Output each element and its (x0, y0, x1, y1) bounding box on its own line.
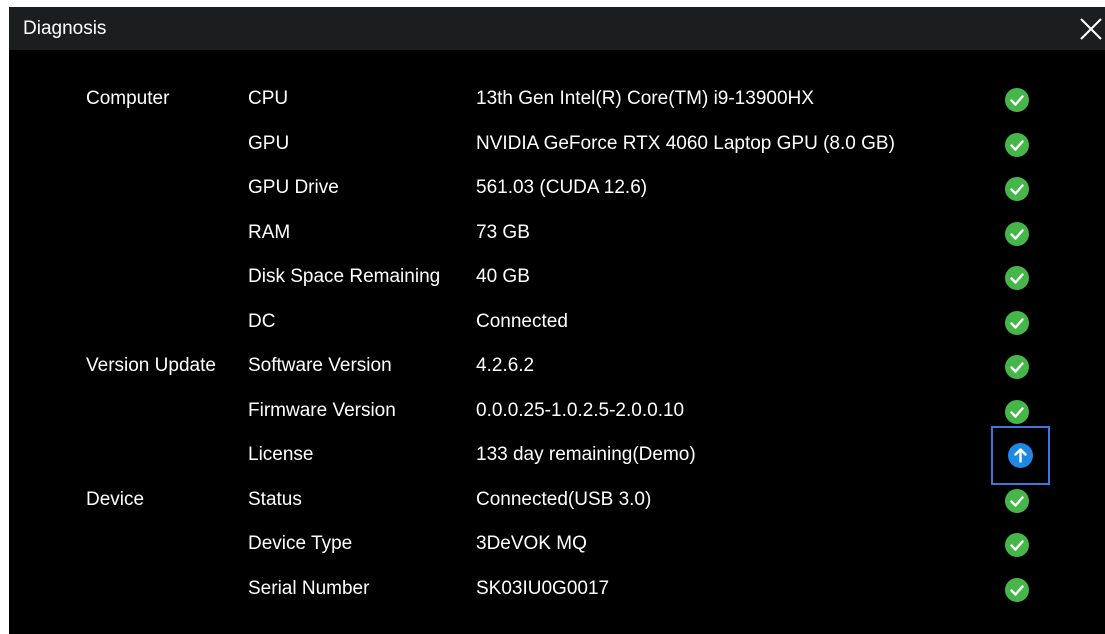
table-row: Device Type 3DeVOK MQ (9, 529, 1105, 559)
diagnosis-dialog: Diagnosis Computer CPU 13th Gen Intel(R) C… (9, 7, 1105, 634)
item-value: 73 GB (476, 222, 530, 243)
check-icon (1005, 578, 1029, 602)
table-row: Serial Number SK03IU0G0017 (9, 574, 1105, 604)
table-row: License 133 day remaining(Demo) (9, 440, 1105, 470)
item-key: GPU (248, 133, 290, 154)
item-key: Status (248, 489, 302, 510)
item-value: 133 day remaining(Demo) (476, 444, 696, 465)
item-value: Connected (476, 311, 568, 332)
check-icon (1005, 355, 1029, 379)
item-value: SK03IU0G0017 (476, 578, 610, 599)
license-update-button[interactable] (991, 426, 1050, 485)
check-icon (1005, 533, 1029, 557)
item-value: 0.0.0.25-1.0.2.5-2.0.0.10 (476, 400, 685, 421)
table-row: Version Update Software Version 4.2.6.2 (9, 351, 1105, 381)
close-icon[interactable] (1077, 15, 1105, 43)
item-key: Serial Number (248, 578, 370, 599)
check-icon (1005, 222, 1029, 246)
item-value: NVIDIA GeForce RTX 4060 Laptop GPU (8.0 … (476, 133, 895, 154)
table-row: Computer CPU 13th Gen Intel(R) Core(TM) i9… (9, 84, 1105, 114)
table-row: Disk Space Remaining 40 GB (9, 262, 1105, 292)
check-icon (1005, 311, 1029, 335)
item-value: Connected(USB 3.0) (476, 489, 652, 510)
item-key: Device Type (248, 533, 353, 554)
item-key: CPU (248, 88, 289, 109)
item-value: 3DeVOK MQ (476, 533, 587, 554)
item-key: Firmware Version (248, 400, 396, 421)
item-key: License (248, 444, 314, 465)
item-key: Software Version (248, 355, 392, 376)
category-label: Computer (86, 88, 170, 109)
check-icon (1005, 177, 1029, 201)
table-row: Device Status Connected(USB 3.0) (9, 485, 1105, 515)
dialog-title: Diagnosis (23, 18, 107, 39)
item-value: 13th Gen Intel(R) Core(TM) i9-13900HX (476, 88, 814, 109)
table-row: DC Connected (9, 307, 1105, 337)
item-key: DC (248, 311, 276, 332)
table-row: GPU NVIDIA GeForce RTX 4060 Laptop GPU (8… (9, 129, 1105, 159)
table-row: RAM 73 GB (9, 218, 1105, 248)
check-icon (1005, 400, 1029, 424)
item-key: Disk Space Remaining (248, 266, 441, 287)
title-bar: Diagnosis (9, 7, 1105, 50)
table-row: Firmware Version 0.0.0.25-1.0.2.5-2.0.0.1… (9, 396, 1105, 426)
check-icon (1005, 88, 1029, 112)
item-key: RAM (248, 222, 291, 243)
item-value: 40 GB (476, 266, 530, 287)
check-icon (1005, 489, 1029, 513)
check-icon (1005, 133, 1029, 157)
check-icon (1005, 266, 1029, 290)
item-value: 561.03 (CUDA 12.6) (476, 177, 648, 198)
category-label: Device (86, 489, 145, 510)
table-row: GPU Drive 561.03 (CUDA 12.6) (9, 173, 1105, 203)
arrow-up-icon (1008, 443, 1033, 468)
item-value: 4.2.6.2 (476, 355, 535, 376)
category-label: Version Update (86, 355, 216, 376)
item-key: GPU Drive (248, 177, 339, 198)
